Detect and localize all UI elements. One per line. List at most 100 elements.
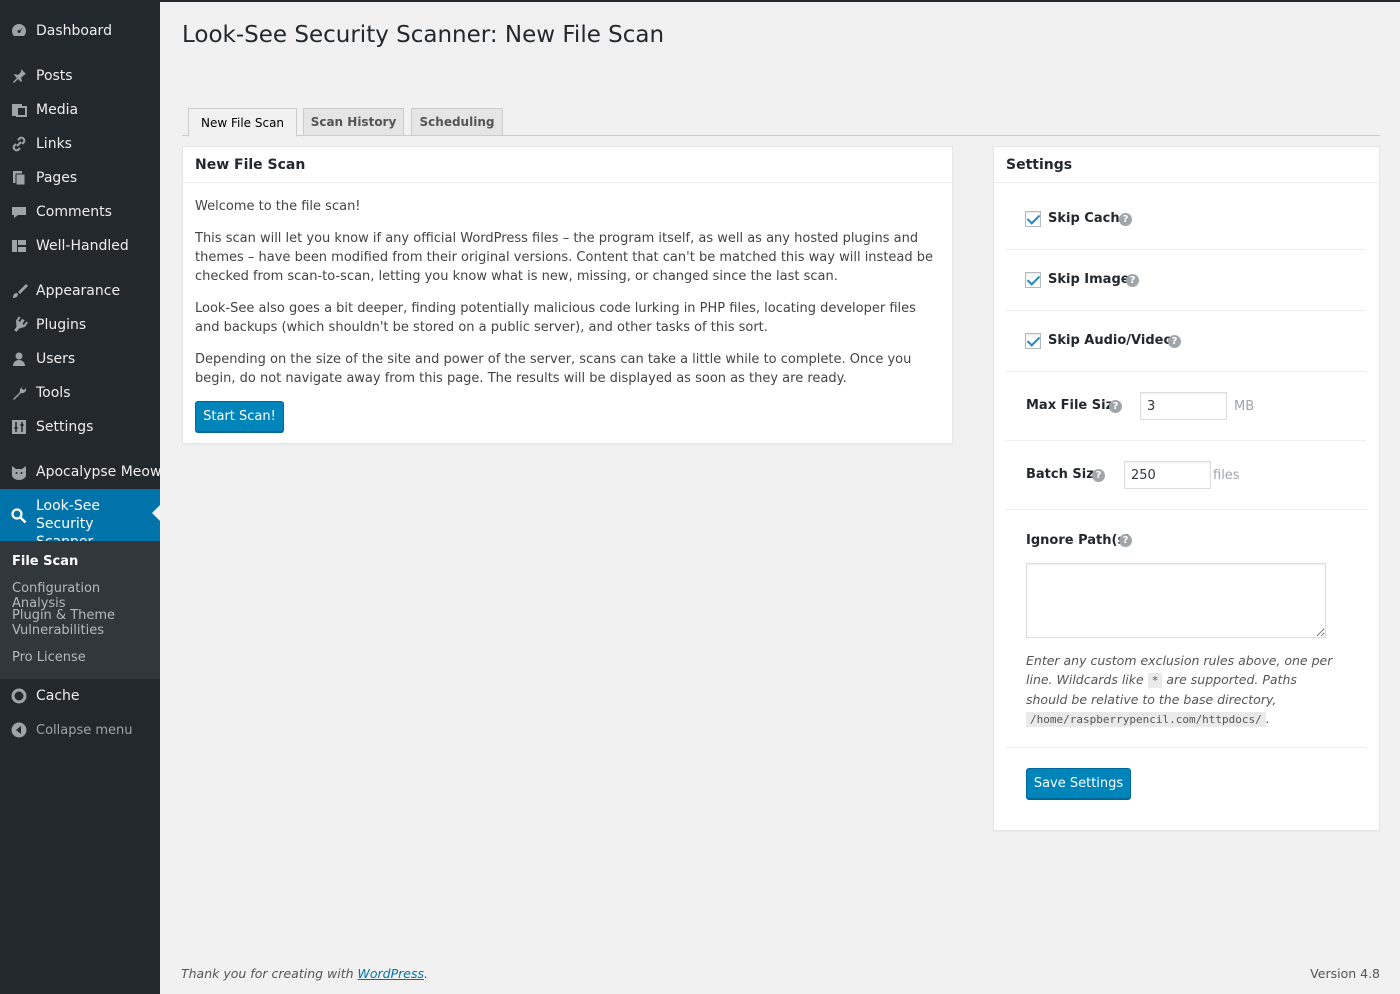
- ignore-paths-help-icon[interactable]: ?: [1119, 534, 1132, 547]
- menu-settings[interactable]: Settings: [0, 410, 160, 444]
- search-icon: [10, 507, 28, 525]
- submenu-pro-license[interactable]: Pro License: [12, 650, 152, 665]
- submenu-configuration-analysis[interactable]: Configuration Analysis: [12, 581, 152, 611]
- submenu-file-scan[interactable]: File Scan: [12, 554, 152, 569]
- admin-sidebar: Dashboard Posts Media Links Pages Commen…: [0, 0, 162, 994]
- tab-scheduling[interactable]: Scheduling: [411, 108, 503, 136]
- brush-icon: [10, 282, 28, 300]
- max-file-size-input[interactable]: [1140, 392, 1227, 420]
- skip-images-label: Skip Images: [1048, 272, 1138, 287]
- menu-users[interactable]: Users: [0, 342, 160, 376]
- menu-posts[interactable]: Posts: [0, 59, 160, 93]
- menu-comments[interactable]: Comments: [0, 195, 160, 229]
- menu-media-label: Media: [36, 102, 79, 118]
- skip-cache-checkbox[interactable]: [1025, 211, 1041, 227]
- footer-thanks-prefix: Thank you for creating with: [181, 966, 354, 981]
- settings-row-batch-size: Batch Size ? files: [1005, 441, 1366, 510]
- scan-description-3: Depending on the size of the site and po…: [195, 352, 912, 386]
- batch-size-unit: files: [1213, 468, 1240, 483]
- menu-look-see[interactable]: Look-See Security Scanner: [0, 489, 160, 550]
- menu-dashboard[interactable]: Dashboard: [0, 14, 160, 48]
- menu-comments-label: Comments: [36, 204, 112, 220]
- footer-thanks-suffix: .: [424, 966, 428, 981]
- menu-plugins[interactable]: Plugins: [0, 308, 160, 342]
- settings-row-skip-images: Skip Images ?: [1005, 250, 1366, 311]
- skip-cache-label: Skip Cache: [1048, 211, 1129, 226]
- new-file-scan-heading: New File Scan: [183, 147, 952, 183]
- ignore-paths-help-text: Enter any custom exclusion rules above, …: [1026, 651, 1336, 729]
- wildcard-code: *: [1147, 673, 1163, 688]
- menu-apocalypse-meow[interactable]: Apocalypse Meow: [0, 455, 162, 489]
- submenu-plugin-theme-vulnerabilities[interactable]: Plugin & Theme Vulnerabilities: [12, 608, 152, 638]
- menu-users-label: Users: [36, 351, 76, 367]
- look-see-submenu: File Scan Configuration Analysis Plugin …: [0, 541, 160, 679]
- menu-links[interactable]: Links: [0, 127, 160, 161]
- menu-apocalypse-meow-label: Apocalypse Meow: [36, 464, 162, 480]
- tab-new-file-scan[interactable]: New File Scan: [188, 108, 297, 137]
- batch-size-help-icon[interactable]: ?: [1092, 469, 1105, 482]
- menu-links-label: Links: [36, 136, 72, 152]
- tab-bar: New File Scan Scan History Scheduling: [182, 108, 1380, 137]
- wordpress-link[interactable]: WordPress: [358, 966, 424, 981]
- scan-description-1: This scan will let you know if any offic…: [195, 231, 934, 284]
- plugin-icon: [10, 316, 28, 334]
- comment-icon: [10, 203, 28, 221]
- collapse-menu-button[interactable]: Collapse menu: [0, 713, 160, 747]
- scan-welcome-text: Welcome to the file scan!: [195, 199, 361, 214]
- menu-tools[interactable]: Tools: [0, 376, 160, 410]
- start-scan-button[interactable]: Start Scan!: [195, 401, 284, 432]
- collapse-icon: [10, 721, 28, 739]
- user-icon: [10, 350, 28, 368]
- menu-media[interactable]: Media: [0, 93, 160, 127]
- scan-description-2: Look-See also goes a bit deeper, finding…: [195, 301, 916, 335]
- menu-cache-label: Cache: [36, 688, 80, 704]
- menu-appearance[interactable]: Appearance: [0, 274, 160, 308]
- max-file-size-unit: MB: [1234, 399, 1255, 414]
- skip-audio-video-label: Skip Audio/Video: [1048, 333, 1173, 348]
- skip-audio-video-help-icon[interactable]: ?: [1168, 335, 1181, 348]
- menu-pages[interactable]: Pages: [0, 161, 160, 195]
- max-file-size-help-icon[interactable]: ?: [1109, 400, 1122, 413]
- settings-heading: Settings: [994, 147, 1379, 183]
- footer-thanks: Thank you for creating with WordPress.: [181, 966, 428, 981]
- settings-row-skip-cache: Skip Cache ?: [1005, 188, 1366, 250]
- collapse-menu-label: Collapse menu: [36, 722, 133, 738]
- save-settings-button[interactable]: Save Settings: [1026, 768, 1131, 799]
- dashboard-icon: [10, 22, 28, 40]
- max-file-size-label: Max File Size: [1026, 398, 1122, 413]
- footer-version: Version 4.8: [1310, 966, 1380, 981]
- ignore-paths-textarea[interactable]: [1026, 563, 1326, 638]
- skip-cache-help-icon[interactable]: ?: [1119, 213, 1132, 226]
- menu-well-handled[interactable]: Well-Handled: [0, 229, 160, 263]
- grid-icon: [10, 237, 28, 255]
- settings-row-skip-audio-video: Skip Audio/Video ?: [1005, 311, 1366, 372]
- skip-images-help-icon[interactable]: ?: [1126, 274, 1139, 287]
- skip-images-checkbox[interactable]: [1025, 272, 1041, 288]
- page-title: Look-See Security Scanner: New File Scan: [182, 22, 665, 48]
- ignore-paths-label: Ignore Path(s): [1026, 533, 1132, 548]
- link-icon: [10, 135, 28, 153]
- settings-row-max-file-size: Max File Size ? MB: [1005, 372, 1366, 441]
- ignore-help-part-3: .: [1265, 711, 1270, 726]
- menu-settings-label: Settings: [36, 419, 94, 435]
- menu-cache[interactable]: Cache: [0, 679, 160, 713]
- pages-icon: [10, 169, 28, 187]
- cat-icon: [10, 463, 28, 481]
- media-icon: [10, 101, 28, 119]
- menu-pages-label: Pages: [36, 170, 78, 186]
- pin-icon: [10, 67, 28, 85]
- tab-scan-history[interactable]: Scan History: [303, 108, 404, 136]
- base-directory-code: /home/raspberrypencil.com/httpdocs/: [1026, 712, 1266, 727]
- menu-well-handled-label: Well-Handled: [36, 238, 129, 254]
- menu-posts-label: Posts: [36, 68, 73, 84]
- sliders-icon: [10, 418, 28, 436]
- top-border: [0, 0, 1400, 2]
- batch-size-input[interactable]: [1124, 461, 1211, 489]
- skip-audio-video-checkbox[interactable]: [1025, 333, 1041, 349]
- menu-dashboard-label: Dashboard: [36, 23, 112, 39]
- wrench-icon: [10, 384, 28, 402]
- menu-plugins-label: Plugins: [36, 317, 87, 333]
- menu-tools-label: Tools: [36, 385, 71, 401]
- circle-icon: [10, 687, 28, 705]
- menu-appearance-label: Appearance: [36, 283, 121, 299]
